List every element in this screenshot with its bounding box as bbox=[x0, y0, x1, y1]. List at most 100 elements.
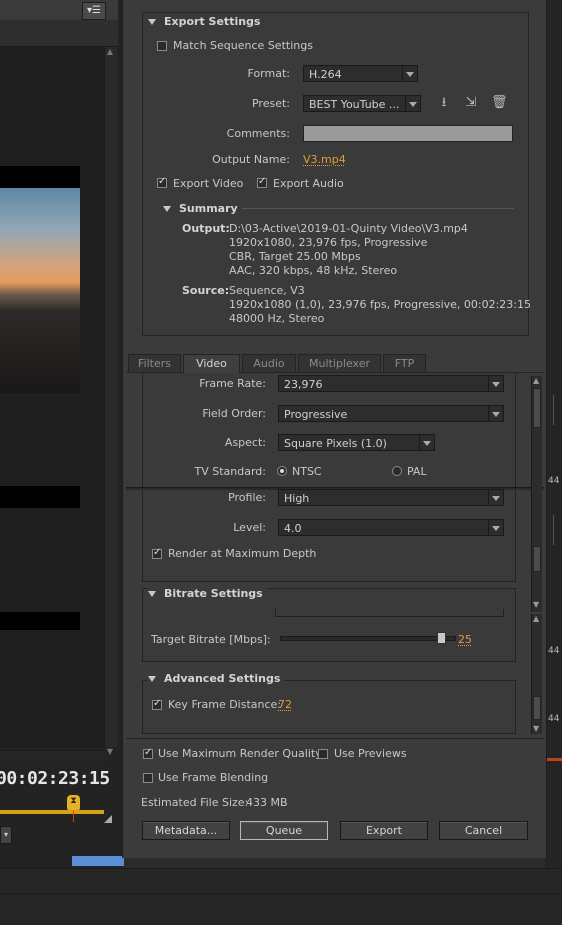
monitor-toolbar bbox=[0, 20, 118, 47]
level-label: Level: bbox=[166, 521, 266, 534]
playhead-icon[interactable]: ⧗ bbox=[67, 795, 80, 810]
background-panel-strip: :44 :44 :44 bbox=[545, 0, 562, 868]
field-order-value: Progressive bbox=[284, 408, 347, 421]
scrollbar-thumb[interactable] bbox=[533, 696, 541, 720]
level-dropdown[interactable]: 4.0 bbox=[278, 519, 504, 536]
chevron-down-icon bbox=[405, 96, 420, 111]
tab-video[interactable]: Video bbox=[183, 354, 240, 373]
letterbox-top bbox=[0, 166, 80, 188]
scrollbar-thumb-lower[interactable] bbox=[533, 546, 541, 572]
chevron-down-icon bbox=[402, 66, 417, 81]
preset-dropdown[interactable]: BEST YouTube ... bbox=[303, 95, 421, 112]
frame-rate-label: Frame Rate: bbox=[166, 377, 266, 390]
scroll-up-icon[interactable]: ▲ bbox=[533, 376, 539, 385]
output-name-link[interactable]: V3.mp4 bbox=[303, 153, 346, 166]
queue-button[interactable]: Queue bbox=[240, 821, 328, 840]
summary-header[interactable]: Summary bbox=[163, 202, 238, 215]
advanced-settings-title: Advanced Settings bbox=[164, 672, 280, 685]
match-sequence-label: Match Sequence Settings bbox=[173, 39, 313, 52]
preview-vertical-scrollbar[interactable] bbox=[104, 47, 117, 747]
aspect-dropdown[interactable]: Square Pixels (1.0) bbox=[278, 434, 435, 451]
scroll-up-icon[interactable]: ▲ bbox=[533, 614, 539, 623]
export-video-checkbox[interactable] bbox=[157, 178, 167, 188]
letterbox-bar-lower bbox=[0, 612, 80, 630]
render-max-depth-checkbox[interactable] bbox=[152, 549, 162, 559]
metadata-button[interactable]: Metadata... bbox=[142, 821, 230, 840]
slider-track bbox=[280, 636, 456, 641]
format-label: Format: bbox=[190, 67, 290, 80]
strip-bracket bbox=[553, 515, 556, 545]
target-bitrate-label: Target Bitrate [Mbps]: bbox=[151, 633, 271, 646]
export-settings-header[interactable]: Export Settings bbox=[148, 15, 260, 28]
frame-blending-checkbox[interactable] bbox=[143, 773, 153, 783]
source-summary-line: 1920x1080 (1,0), 23,976 fps, Progressive… bbox=[229, 298, 531, 312]
comments-label: Comments: bbox=[190, 127, 290, 140]
preset-label: Preset: bbox=[190, 97, 290, 110]
aspect-value: Square Pixels (1.0) bbox=[284, 437, 387, 450]
target-bitrate-slider[interactable] bbox=[280, 636, 456, 641]
max-render-quality-label: Use Maximum Render Quality bbox=[158, 747, 322, 760]
chevron-down-icon bbox=[488, 490, 503, 505]
output-summary-line: 1920x1080, 23,976 fps, Progressive bbox=[229, 236, 468, 250]
delete-preset-icon[interactable]: 🗑 bbox=[491, 96, 507, 110]
format-value: H.264 bbox=[309, 68, 342, 81]
preview-horizontal-scrollbar[interactable] bbox=[0, 750, 104, 761]
bottom-divider bbox=[126, 738, 544, 739]
profile-dropdown[interactable]: High bbox=[278, 489, 504, 506]
output-summary-label: Output: bbox=[182, 222, 227, 235]
chevron-down-icon bbox=[488, 406, 503, 421]
tab-multiplexer[interactable]: Multiplexer bbox=[298, 354, 381, 372]
source-summary-line: 48000 Hz, Stereo bbox=[229, 312, 531, 326]
save-preset-icon[interactable]: ⭳ bbox=[436, 96, 452, 110]
key-frame-value[interactable]: 72 bbox=[278, 698, 292, 711]
scroll-up-icon[interactable]: ▲ bbox=[104, 47, 116, 59]
key-frame-checkbox[interactable] bbox=[152, 700, 162, 710]
collapse-triangle-icon bbox=[148, 591, 156, 597]
scroll-down-icon[interactable]: ▼ bbox=[533, 600, 539, 609]
profile-label: Profile: bbox=[166, 491, 266, 504]
slider-knob[interactable] bbox=[437, 632, 446, 644]
summary-title: Summary bbox=[179, 202, 238, 215]
export-audio-label: Export Audio bbox=[273, 177, 344, 190]
use-previews-label: Use Previews bbox=[334, 747, 407, 760]
collapse-triangle-icon bbox=[148, 19, 156, 25]
format-dropdown[interactable]: H.264 bbox=[303, 65, 418, 82]
scroll-down-icon[interactable]: ▼ bbox=[533, 724, 539, 733]
export-audio-checkbox[interactable] bbox=[257, 178, 267, 188]
source-summary: Sequence, V3 1920x1080 (1,0), 23,976 fps… bbox=[229, 284, 531, 326]
pal-radio[interactable] bbox=[392, 466, 402, 476]
bitrate-settings-title: Bitrate Settings bbox=[164, 587, 263, 600]
advanced-settings-header[interactable]: Advanced Settings bbox=[148, 672, 284, 685]
target-bitrate-value[interactable]: 25 bbox=[458, 633, 472, 646]
output-summary-line: CBR, Target 25.00 Mbps bbox=[229, 250, 468, 264]
scroll-down-icon[interactable]: ▼ bbox=[104, 747, 116, 759]
level-value: 4.0 bbox=[284, 522, 302, 535]
letterbox-bar bbox=[0, 486, 80, 508]
bitrate-settings-header[interactable]: Bitrate Settings bbox=[148, 587, 267, 600]
field-order-dropdown[interactable]: Progressive bbox=[278, 405, 504, 422]
source-summary-line: Sequence, V3 bbox=[229, 284, 531, 298]
import-preset-icon[interactable]: ⇲ bbox=[463, 96, 479, 110]
frame-rate-dropdown[interactable]: 23,976 bbox=[278, 375, 504, 392]
key-frame-label: Key Frame Distance: bbox=[168, 698, 281, 711]
panel-menu-icon[interactable]: ▾☰ bbox=[82, 2, 106, 20]
tab-audio[interactable]: Audio bbox=[242, 354, 296, 372]
use-previews-checkbox[interactable] bbox=[318, 749, 328, 759]
match-sequence-checkbox[interactable] bbox=[157, 41, 167, 51]
comments-input[interactable] bbox=[303, 125, 513, 142]
ntsc-label: NTSC bbox=[292, 465, 322, 478]
output-summary: D:\03-Active\2019-01-Quinty Video\V3.mp4… bbox=[229, 222, 468, 278]
timeline-range-bar[interactable] bbox=[0, 810, 104, 814]
pal-label: PAL bbox=[407, 465, 427, 478]
video-settings-scrollbar[interactable]: ▲ ▼ bbox=[531, 376, 542, 612]
ntsc-radio[interactable] bbox=[277, 466, 287, 476]
max-render-quality-checkbox[interactable] bbox=[143, 749, 153, 759]
cancel-button[interactable]: Cancel bbox=[439, 821, 528, 840]
tab-filters[interactable]: Filters bbox=[128, 354, 181, 372]
source-range-dropdown[interactable]: ▾ bbox=[0, 826, 12, 844]
chevron-down-icon bbox=[488, 376, 503, 391]
scrollbar-thumb[interactable] bbox=[533, 388, 541, 428]
lower-settings-scrollbar[interactable]: ▲ ▼ bbox=[531, 614, 542, 734]
export-button[interactable]: Export bbox=[340, 821, 428, 840]
tab-ftp[interactable]: FTP bbox=[383, 354, 426, 372]
